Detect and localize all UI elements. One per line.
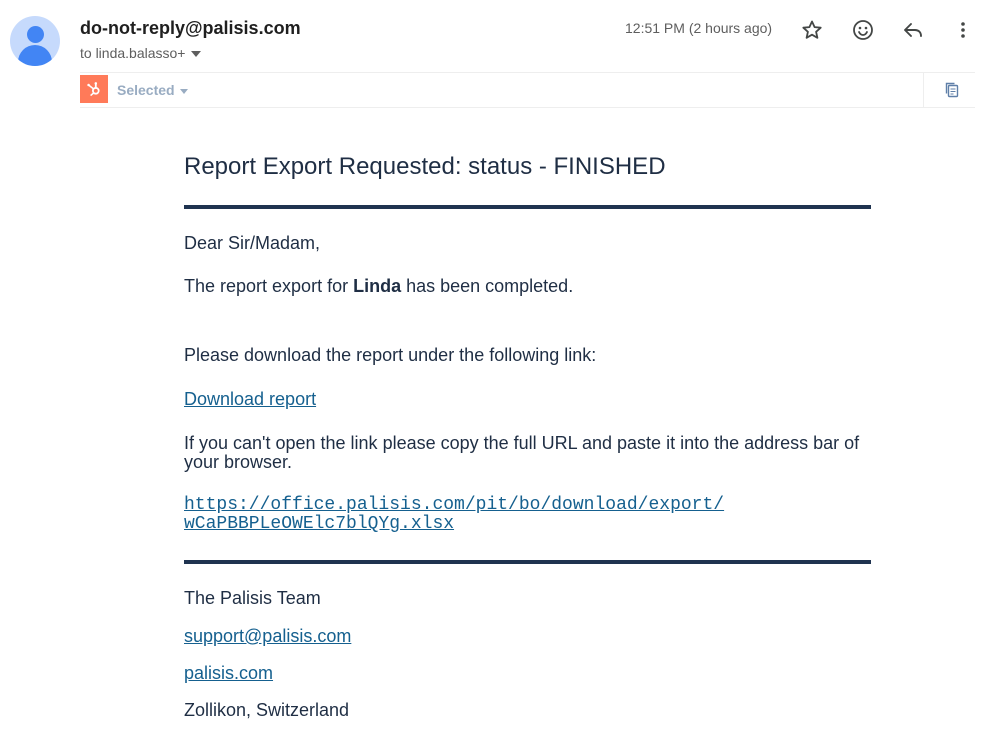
greeting: Dear Sir/Madam, xyxy=(184,233,321,253)
website-row: palisis.com xyxy=(184,663,273,684)
timestamp: 12:51 PM (2 hours ago) xyxy=(625,20,773,36)
download-url-line-2: wCaPBBPLeOWElc7blQYg.xlsx xyxy=(184,514,455,534)
download-report-link[interactable]: Download report xyxy=(184,389,316,409)
avatar-head xyxy=(27,26,44,43)
sender-avatar[interactable] xyxy=(10,16,60,66)
star-icon[interactable] xyxy=(796,14,828,46)
support-email-link[interactable]: support@palisis.com xyxy=(184,626,351,646)
reply-icon[interactable] xyxy=(897,14,929,46)
recipient-line[interactable]: to linda.balasso+ xyxy=(80,45,202,61)
support-email-row: support@palisis.com xyxy=(184,626,351,647)
email-view: do-not-reply@palisis.com to linda.balass… xyxy=(0,0,992,752)
selected-dropdown-caret-icon xyxy=(179,88,188,94)
download-instruction: Please download the report under the fol… xyxy=(184,345,597,365)
recipient-details-caret-icon[interactable] xyxy=(191,51,202,58)
export-suffix: has been completed. xyxy=(401,276,574,296)
hubspot-addon-bar: Selected xyxy=(80,72,975,108)
download-url-line-1: https://office.palisis.com/pit/bo/downlo… xyxy=(184,495,725,515)
emoji-icon[interactable] xyxy=(847,14,879,46)
selected-dropdown-label: Selected xyxy=(117,82,175,98)
fallback-text: If you can't open the link please copy t… xyxy=(184,433,860,472)
selected-dropdown[interactable]: Selected xyxy=(117,82,188,98)
export-name: Linda xyxy=(353,276,402,296)
email-title: Report Export Requested: status - FINISH… xyxy=(184,153,666,180)
copy-icon[interactable] xyxy=(942,80,962,100)
website-link[interactable]: palisis.com xyxy=(184,663,273,683)
export-prefix: The report export for xyxy=(184,276,354,296)
signature-team: The Palisis Team xyxy=(184,588,321,608)
avatar-body xyxy=(18,45,52,66)
top-divider xyxy=(184,205,871,209)
recipient-label: to linda.balasso+ xyxy=(80,45,186,61)
export-status-text: The report export for Linda has been com… xyxy=(184,276,573,297)
download-report-link-row: Download report xyxy=(184,389,316,410)
download-url-link[interactable]: https://office.palisis.com/pit/bo/downlo… xyxy=(184,496,784,534)
more-vert-icon[interactable] xyxy=(947,14,979,46)
addon-divider xyxy=(923,73,924,107)
bottom-divider xyxy=(184,560,871,564)
company-location: Zollikon, Switzerland xyxy=(184,700,350,720)
hubspot-logo-icon[interactable] xyxy=(80,75,108,103)
sender-address[interactable]: do-not-reply@palisis.com xyxy=(80,18,301,39)
